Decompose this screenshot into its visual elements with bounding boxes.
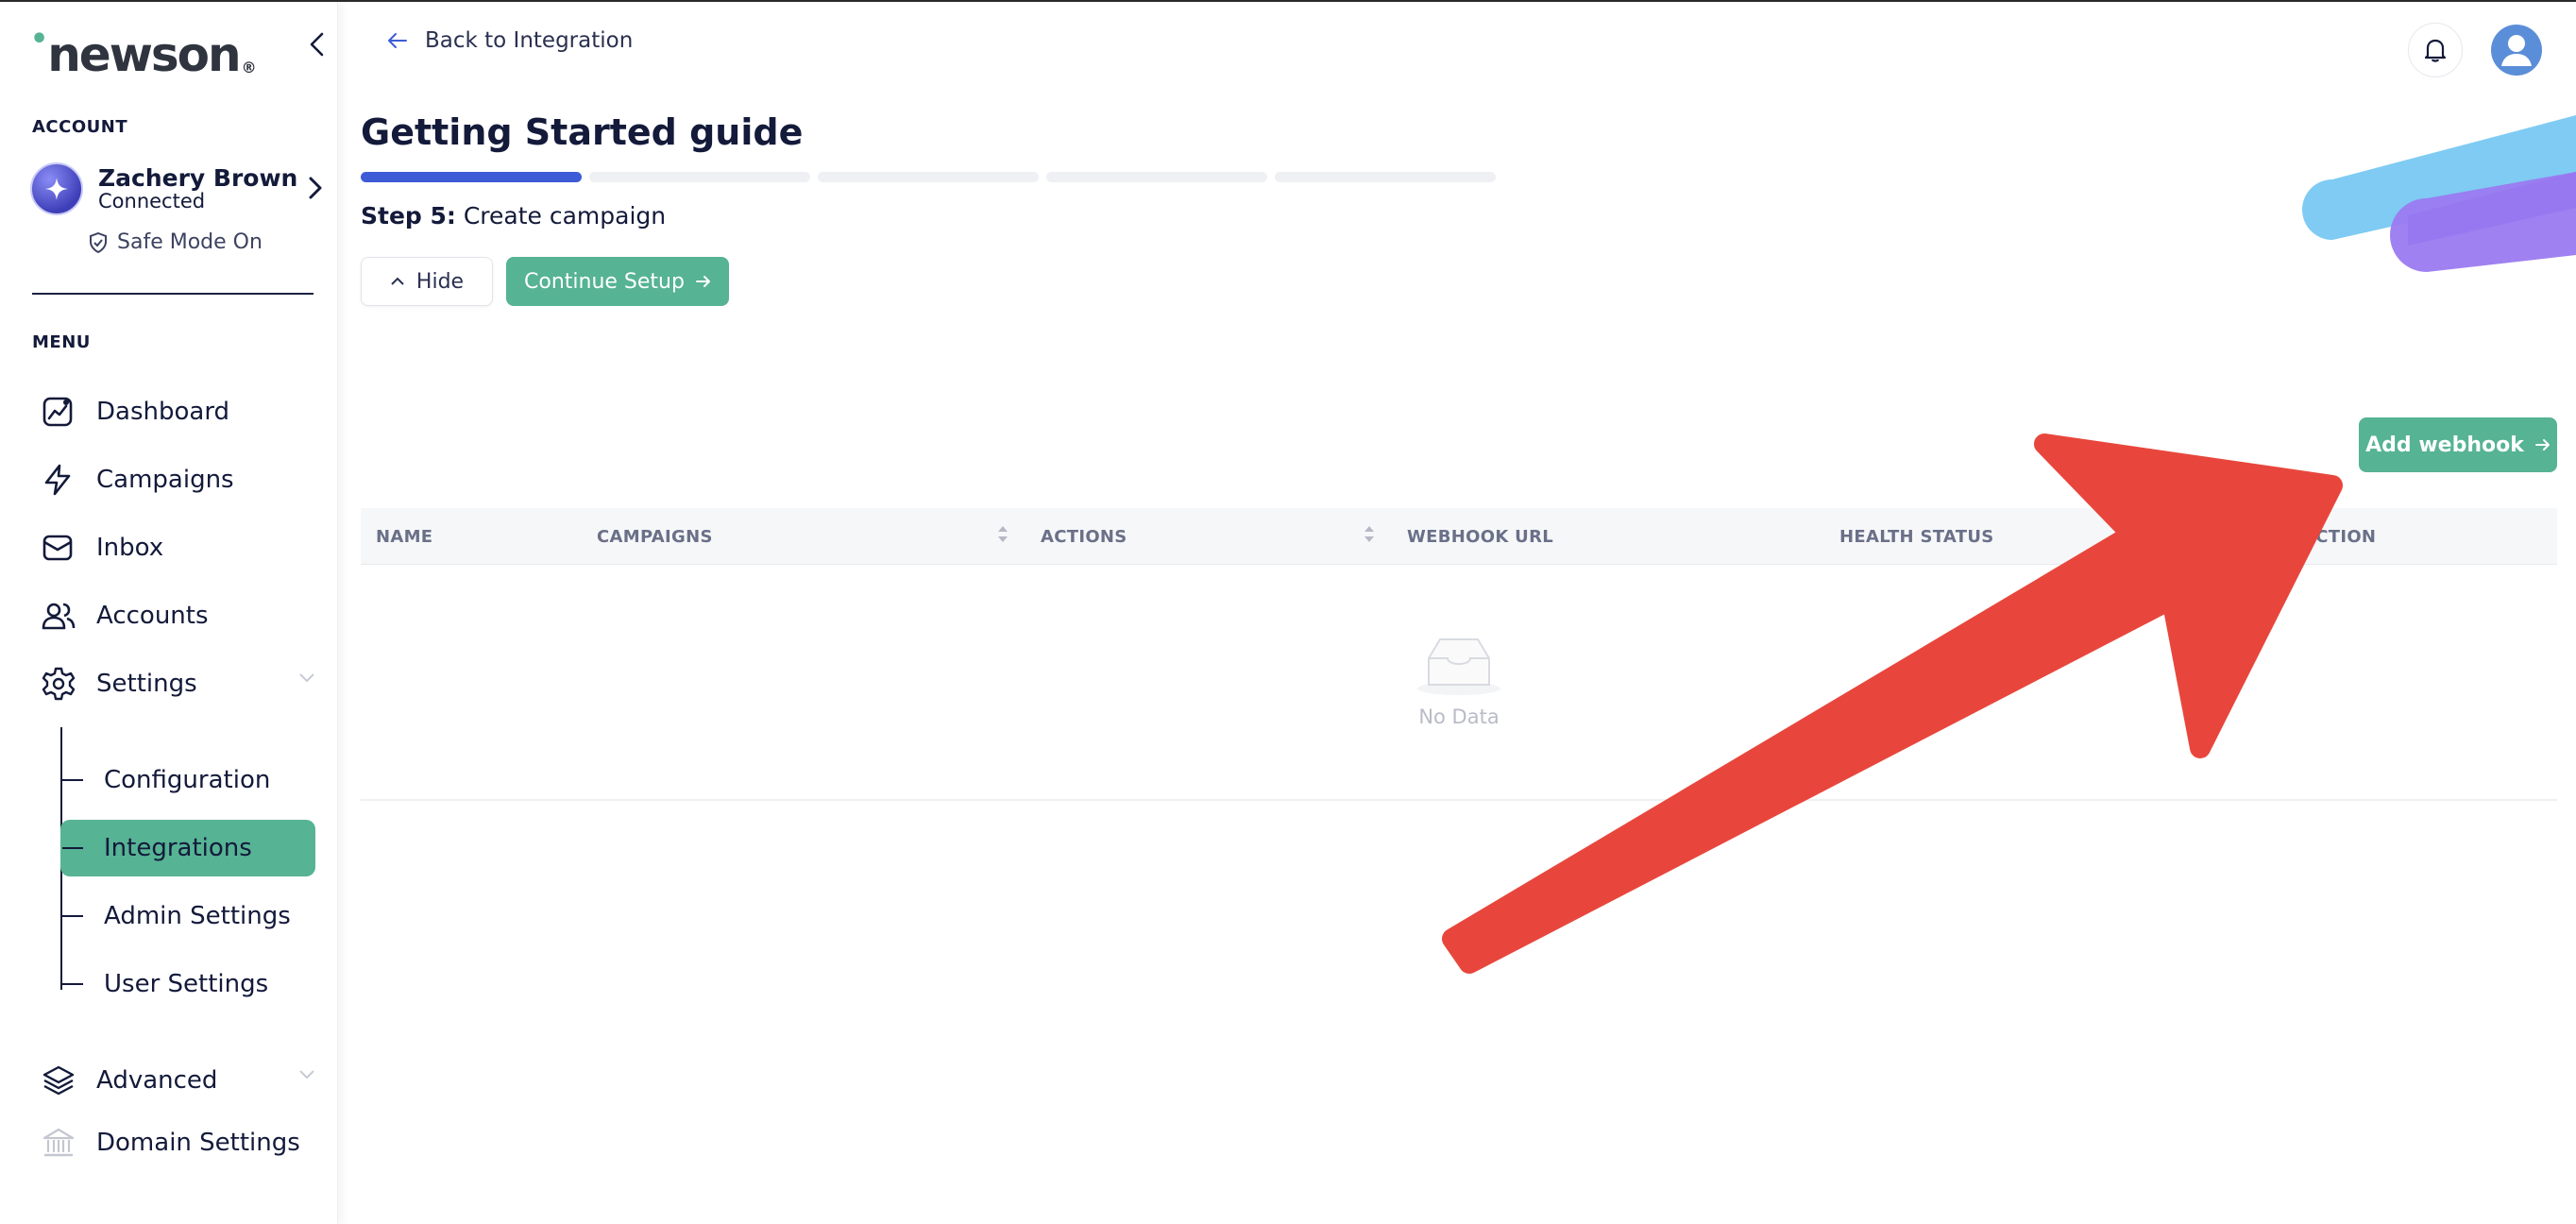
brand-logo: •newson ® [30, 23, 257, 82]
account-avatar [30, 162, 83, 215]
gear-icon [42, 667, 76, 701]
back-link-label: Back to Integration [425, 28, 634, 53]
menu-section-label: MENU [32, 332, 91, 352]
notifications-button[interactable] [2408, 23, 2463, 77]
guide-progress [361, 172, 1496, 182]
sidebar-item-label: Advanced [96, 1066, 218, 1095]
bell-icon [2424, 39, 2447, 62]
sidebar-subitem-configuration[interactable]: Configuration [60, 752, 315, 808]
step-prefix: Step 5: [361, 202, 456, 230]
arrow-left-icon [388, 33, 407, 48]
sidebar-subitem-label: Integrations [104, 834, 252, 862]
shield-check-icon [90, 231, 107, 253]
chevron-down-icon [299, 1070, 314, 1080]
user-menu-button[interactable] [2491, 25, 2542, 76]
webhooks-table: NAME CAMPAIGNS ACTIONS WEBHOOK URL HEALT… [361, 508, 2557, 801]
mail-icon [42, 535, 73, 561]
progress-step-2 [589, 172, 810, 182]
user-avatar-icon [2501, 35, 2532, 66]
safe-mode-label: Safe Mode On [117, 230, 263, 254]
hide-label: Hide [415, 269, 465, 294]
sidebar: •newson ® ACCOUNT Zachery Brown Connected… [0, 2, 338, 1224]
sidebar-item-inbox[interactable]: Inbox [42, 523, 315, 572]
account-section-label: ACCOUNT [32, 117, 128, 137]
add-webhook-button[interactable]: Add webhook [2359, 417, 2557, 472]
collapse-sidebar-button[interactable] [302, 30, 330, 59]
column-header-health-status: HEALTH STATUS [1839, 526, 1994, 547]
progress-step-1 [361, 172, 582, 182]
arrow-right-icon [2534, 439, 2550, 450]
account-switcher[interactable]: Zachery Brown Connected [30, 161, 323, 217]
safe-mode-indicator: Safe Mode On [89, 230, 263, 254]
dashboard-icon [42, 397, 73, 427]
sidebar-item-domain-settings[interactable]: Domain Settings [42, 1118, 315, 1167]
column-header-action: ACTION [2302, 526, 2377, 547]
empty-state: No Data [361, 565, 2557, 799]
chevron-down-icon [299, 673, 314, 683]
sidebar-item-label: Inbox [96, 534, 164, 562]
column-header-name: NAME [376, 526, 433, 547]
sidebar-subitem-label: User Settings [104, 970, 269, 998]
sidebar-subitem-label: Configuration [104, 766, 271, 794]
sidebar-item-accounts[interactable]: Accounts [42, 591, 315, 640]
step-label: Create campaign [455, 202, 667, 230]
chevron-up-icon [391, 277, 404, 285]
sort-campaigns-icon[interactable] [997, 525, 1008, 543]
sidebar-item-campaigns[interactable]: Campaigns [42, 455, 315, 504]
back-to-integration-link[interactable]: Back to Integration [387, 28, 633, 53]
sidebar-item-dashboard[interactable]: Dashboard [42, 387, 315, 436]
chevron-right-icon [309, 177, 322, 199]
empty-inbox-icon [1417, 638, 1500, 695]
decorative-stripes [2302, 115, 2576, 272]
continue-setup-button[interactable]: Continue Setup [506, 257, 729, 306]
table-header: NAME CAMPAIGNS ACTIONS WEBHOOK URL HEALT… [361, 508, 2557, 565]
sidebar-subitem-integrations[interactable]: Integrations [60, 820, 315, 876]
sidebar-item-settings[interactable]: Settings [42, 659, 315, 708]
empty-state-text: No Data [1418, 706, 1500, 728]
sidebar-item-advanced[interactable]: Advanced [42, 1056, 315, 1105]
bank-icon [42, 1128, 75, 1157]
column-header-actions[interactable]: ACTIONS [1041, 508, 1127, 565]
account-status: Connected [98, 190, 206, 213]
arrow-right-icon [695, 276, 710, 287]
continue-label: Continue Setup [524, 269, 685, 294]
progress-step-5 [1275, 172, 1496, 182]
current-step: Step 5: Create campaign [361, 202, 666, 230]
progress-step-4 [1046, 172, 1267, 182]
lightning-icon [44, 464, 71, 496]
sidebar-item-label: Campaigns [96, 466, 234, 494]
sidebar-item-label: Dashboard [96, 398, 230, 426]
sidebar-subitem-label: Admin Settings [104, 902, 291, 930]
hide-guide-button[interactable]: Hide [361, 257, 493, 306]
sidebar-subitem-user-settings[interactable]: User Settings [60, 956, 315, 1012]
sidebar-item-label: Settings [96, 670, 197, 698]
layers-icon [42, 1065, 75, 1096]
guide-title: Getting Started guide [361, 111, 804, 153]
column-header-campaigns[interactable]: CAMPAIGNS [597, 508, 713, 565]
sidebar-subitem-admin-settings[interactable]: Admin Settings [60, 888, 315, 944]
sidebar-item-label: Domain Settings [96, 1129, 300, 1157]
sparkle-icon [45, 178, 68, 200]
add-webhook-label: Add webhook [2365, 433, 2524, 457]
chevron-left-icon [310, 32, 324, 57]
sidebar-divider [32, 293, 314, 295]
column-header-webhook-url: WEBHOOK URL [1407, 526, 1553, 547]
progress-step-3 [818, 172, 1039, 182]
sidebar-item-label: Accounts [96, 602, 209, 630]
sort-actions-icon[interactable] [1364, 525, 1375, 543]
users-icon [42, 603, 76, 630]
account-name: Zachery Brown [98, 163, 298, 192]
